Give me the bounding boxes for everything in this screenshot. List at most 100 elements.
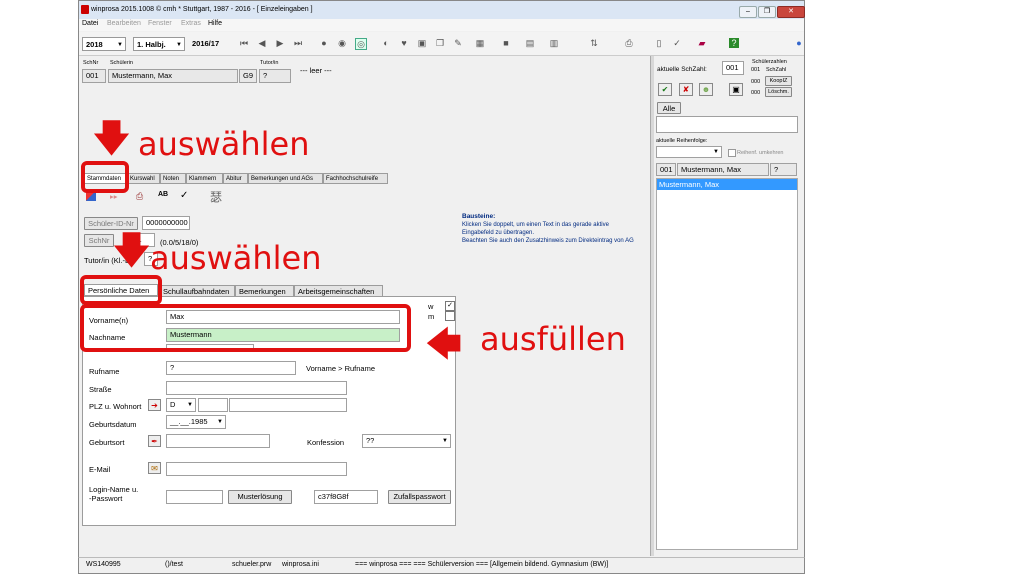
tools-icon[interactable]: ✎ (453, 38, 463, 48)
kanji-icon[interactable]: 瑟 (210, 188, 222, 205)
accept-icon[interactable]: ✔ (658, 83, 672, 96)
first-record-icon[interactable]: ⏮ (239, 38, 249, 48)
block-icon[interactable]: ■ (501, 38, 511, 48)
active-mode-icon[interactable]: ◎ (355, 38, 367, 50)
delete-icon[interactable]: ✘ (679, 83, 693, 96)
musterloesung-button[interactable]: Musterlösung (228, 490, 292, 504)
geburtsort-input[interactable] (166, 434, 270, 448)
header-tutor: ? (259, 69, 291, 83)
bausteine-line-2: Eingabefeld zu übertragen. (462, 230, 535, 236)
last-record-icon[interactable]: ⏭ (293, 38, 303, 48)
tab-bemerkungen-ags[interactable]: Bemerkungen und AGs (248, 173, 323, 184)
plz-input[interactable] (198, 398, 228, 412)
wohnort-input[interactable] (229, 398, 347, 412)
header-klasse: G9 (239, 69, 257, 83)
check-icon[interactable]: ✓ (180, 190, 188, 201)
koopiz-button[interactable]: KoopIZ (765, 76, 792, 86)
arrow-right-icon[interactable]: ➔ (148, 399, 161, 411)
window-title: winprosa 2015.1008 © cmh * Stuttgart, 19… (91, 6, 313, 13)
annotation-select-2: auswählen (150, 239, 322, 277)
record-icon[interactable]: ● (319, 38, 329, 48)
highlight-name-fields (80, 304, 411, 352)
menu-datei[interactable]: Datei (82, 20, 98, 27)
halfyear-select[interactable]: 1. Halbj. ▼ (133, 37, 185, 51)
next-record-icon[interactable]: ▶ (275, 38, 285, 48)
geburtsdatum-input[interactable]: __.__.1985 ▼ (166, 415, 226, 429)
copy-icon[interactable]: ❐ (435, 38, 445, 48)
menu-hilfe[interactable]: Hilfe (208, 20, 222, 27)
contrast-icon[interactable]: ◐ (381, 38, 391, 48)
tab-noten[interactable]: Noten (160, 173, 186, 184)
umkehren-checkbox[interactable] (728, 149, 736, 157)
document-icon[interactable]: ▯ (654, 38, 664, 48)
print-doc-icon[interactable]: ⎙ (136, 191, 143, 202)
chevron-down-icon: ▼ (442, 438, 448, 444)
favorite-icon[interactable]: ♥ (399, 38, 409, 48)
arrows-icon[interactable]: ▸▸ (110, 192, 118, 201)
menu-fenster[interactable]: Fenster (148, 20, 172, 27)
menu-bar: Datei Bearbeiten Fenster Extras Hilfe (79, 19, 804, 31)
tab-fachhochschulreife[interactable]: Fachhochschulreife (323, 173, 388, 184)
menu-bearbeiten[interactable]: Bearbeiten (107, 20, 141, 27)
books-icon[interactable]: ▰ (697, 38, 707, 48)
maximize-button[interactable]: ❐ (758, 6, 776, 18)
tab-abitur[interactable]: Abitur (223, 173, 248, 184)
grid-icon[interactable]: ▦ (475, 38, 485, 48)
tab-klammern[interactable]: Klammern (186, 173, 223, 184)
minimize-button[interactable]: – (739, 6, 757, 18)
image-icon[interactable]: ▣ (417, 38, 427, 48)
list-item-selected[interactable]: Mustermann, Max (657, 179, 797, 190)
title-bar: winprosa 2015.1008 © cmh * Stuttgart, 19… (79, 1, 805, 20)
tab-kurswahl[interactable]: Kurswahl (127, 173, 160, 184)
table-icon[interactable]: ▤ (525, 38, 535, 48)
password-input[interactable]: c37f8G8f (314, 490, 378, 504)
schnr-button[interactable]: SchNr (84, 234, 114, 247)
network-icon[interactable]: ● (794, 38, 804, 48)
sort-icon[interactable]: ⇅ (589, 38, 599, 48)
splitter[interactable] (650, 56, 654, 556)
loeschm-button[interactable]: Löschm. (765, 87, 792, 97)
year-select[interactable]: 2018 ▼ (82, 37, 126, 51)
sz-row1-a: 001 (751, 67, 761, 73)
layout-icon[interactable]: ▥ (549, 38, 559, 48)
target-icon[interactable]: ◉ (337, 38, 347, 48)
zufallspasswort-button[interactable]: Zufallspasswort (388, 490, 451, 504)
plz-label: PLZ u. Wohnort (89, 402, 142, 411)
mail-icon[interactable]: ✉ (148, 462, 161, 474)
geburtsort-label: Geburtsort (89, 438, 125, 447)
header-schnr: 001 (82, 69, 106, 83)
konfession-select[interactable]: ?? ▼ (362, 434, 451, 448)
aktuelle-schzahl-label: aktuelle SchZahl: (657, 66, 707, 73)
strasse-input[interactable] (166, 381, 347, 395)
col-schnr-label: SchNr (83, 60, 99, 66)
spellcheck-icon[interactable]: AB (158, 191, 168, 198)
student-list[interactable] (656, 178, 798, 550)
reihenfolge-select[interactable]: ▼ (656, 146, 722, 158)
menu-extras[interactable]: Extras (181, 20, 201, 27)
filter-input[interactable] (656, 116, 798, 133)
pin-icon[interactable]: ✒ (148, 435, 161, 447)
alle-button[interactable]: Alle (657, 102, 681, 114)
annotation-select-1: auswählen (138, 125, 310, 163)
country-select[interactable]: D ▼ (166, 398, 196, 412)
konfession-label: Konfession (307, 438, 345, 447)
save-icon[interactable]: ▣ (729, 83, 743, 96)
print-icon[interactable]: ⎙ (624, 38, 634, 48)
group-icon[interactable]: ☻ (699, 83, 713, 96)
sz-row2-a: 000 (751, 79, 761, 85)
chevron-down-icon: ▼ (117, 42, 123, 48)
rufname-input[interactable]: ? (166, 361, 296, 375)
email-input[interactable] (166, 462, 347, 476)
schuelerzahlen-label: Schülerzahlen (752, 59, 787, 65)
gender-w-checkbox[interactable]: ✓ (445, 301, 455, 311)
country-value: D (170, 400, 176, 409)
close-button[interactable]: ✕ (777, 6, 805, 18)
help-icon[interactable]: ? (729, 38, 739, 48)
login-input[interactable] (166, 490, 223, 504)
empty-label: --- leer --- (300, 66, 332, 75)
prev-record-icon[interactable]: ◀ (257, 38, 267, 48)
check-icon[interactable]: ✓ (672, 38, 682, 48)
status-file: schueler.prw (232, 561, 272, 568)
year-value: 2018 (86, 40, 103, 49)
aktuelle-schzahl-field[interactable]: 001 (722, 61, 744, 75)
